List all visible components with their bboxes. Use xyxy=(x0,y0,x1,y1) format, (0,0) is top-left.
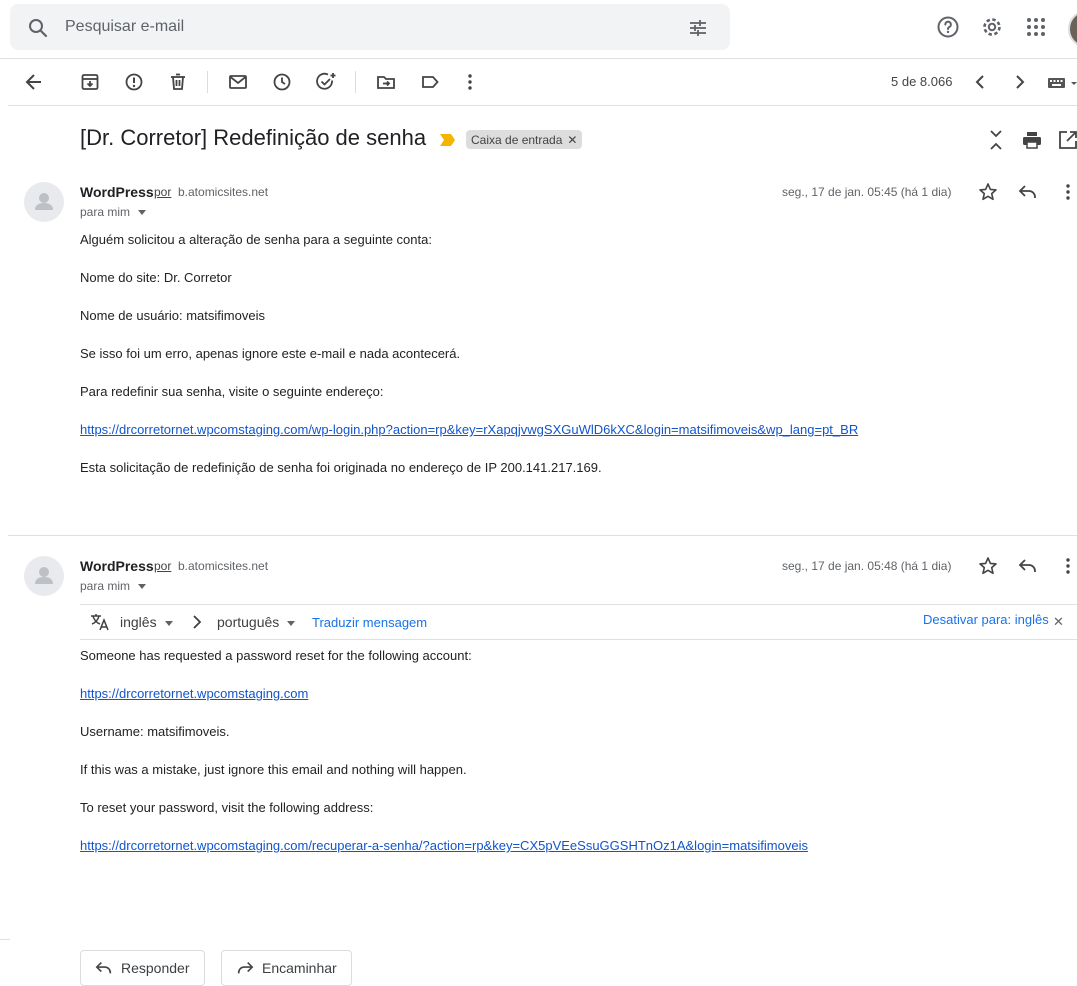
sender-name[interactable]: WordPress xyxy=(80,184,154,200)
archive-icon[interactable] xyxy=(78,70,102,94)
search-bar xyxy=(10,4,730,50)
toolbar-separator xyxy=(355,71,356,93)
move-to-folder-icon[interactable] xyxy=(374,70,398,94)
toolbar-separator xyxy=(207,71,208,93)
star-icon[interactable] xyxy=(976,180,1000,204)
site-link[interactable]: https://drcorretornet.wpcomstaging.com xyxy=(80,686,308,701)
chevron-down-icon xyxy=(287,620,296,626)
next-chevron-icon[interactable] xyxy=(1008,70,1032,94)
sender-name[interactable]: WordPress xyxy=(80,558,154,574)
add-task-icon[interactable] xyxy=(314,70,338,94)
print-icon[interactable] xyxy=(1020,128,1044,152)
search-options-icon[interactable] xyxy=(686,16,710,45)
label-tag-icon[interactable] xyxy=(418,70,442,94)
divider xyxy=(0,58,1077,59)
email-subject: [Dr. Corretor] Redefinição de senha xyxy=(80,125,427,150)
chevron-down-icon xyxy=(164,620,173,626)
delete-trash-icon[interactable] xyxy=(166,70,190,94)
sender-avatar xyxy=(24,556,64,596)
importance-marker-icon[interactable] xyxy=(440,133,456,152)
sender-via-link[interactable]: por xyxy=(154,185,171,199)
reply-button[interactable]: Responder xyxy=(80,950,205,986)
inbox-label-text: Caixa de entrada xyxy=(471,132,563,147)
body-line: Se isso foi um erro, apenas ignore este … xyxy=(80,346,461,361)
reset-password-link[interactable]: https://drcorretornet.wpcomstaging.com/r… xyxy=(80,838,808,853)
sender-domain: b.atomicsites.net xyxy=(178,185,269,199)
mark-unread-mail-icon[interactable] xyxy=(226,70,250,94)
reply-icon xyxy=(95,962,112,974)
reset-password-link[interactable]: https://drcorretornet.wpcomstaging.com/w… xyxy=(80,422,858,437)
disable-translation-link[interactable]: Desativar para: inglês xyxy=(923,612,1049,627)
body-line: Para redefinir sua senha, visite o segui… xyxy=(80,384,384,399)
body-line: To reset your password, visit the follow… xyxy=(80,800,374,815)
divider xyxy=(8,105,1077,106)
previous-chevron-icon[interactable] xyxy=(968,70,992,94)
target-language: português xyxy=(217,614,280,630)
body-line: Nome de usuário: matsifimoveis xyxy=(80,308,265,323)
help-icon[interactable] xyxy=(936,15,960,39)
body-line: Username: matsifimoveis. xyxy=(80,724,230,739)
input-tools-keyboard-icon[interactable] xyxy=(1046,70,1077,94)
star-icon[interactable] xyxy=(976,554,1000,578)
source-language: inglês xyxy=(120,614,157,630)
collapse-all-icon[interactable] xyxy=(984,128,1008,152)
apps-grid-icon[interactable] xyxy=(1024,15,1048,39)
inbox-label-chip: Caixa de entrada ✕ xyxy=(466,130,583,149)
translate-icon xyxy=(90,612,110,637)
search-icon[interactable] xyxy=(26,16,50,45)
remove-label-icon[interactable]: ✕ xyxy=(567,133,577,147)
message-divider xyxy=(8,535,1077,536)
sender-via-link[interactable]: por xyxy=(154,559,171,573)
message-date: seg., 17 de jan. 05:45 (há 1 dia) xyxy=(782,185,952,199)
body-line: If this was a mistake, just ignore this … xyxy=(80,762,467,777)
back-arrow-icon[interactable] xyxy=(22,70,46,94)
recipients-label: para mim xyxy=(80,579,131,593)
account-avatar[interactable] xyxy=(1068,10,1077,48)
search-input[interactable] xyxy=(65,15,625,39)
sender-avatar xyxy=(24,182,64,222)
chevron-down-icon[interactable] xyxy=(138,210,147,216)
reply-icon[interactable] xyxy=(1016,180,1040,204)
chevron-right-icon xyxy=(190,613,204,636)
message-more-icon[interactable] xyxy=(1056,554,1077,578)
reply-icon[interactable] xyxy=(1016,554,1040,578)
settings-gear-icon[interactable] xyxy=(980,15,1004,39)
close-icon[interactable]: ✕ xyxy=(1053,614,1064,630)
translate-message-link[interactable]: Traduzir mensagem xyxy=(312,615,427,630)
body-line: Someone has requested a password reset f… xyxy=(80,648,472,663)
forward-label: Encaminhar xyxy=(262,960,337,976)
message-more-icon[interactable] xyxy=(1056,180,1077,204)
recipients-toggle[interactable]: para mim xyxy=(80,579,147,593)
forward-button[interactable]: Encaminhar xyxy=(221,950,352,986)
source-language-dropdown[interactable]: inglês xyxy=(120,614,173,630)
snooze-clock-icon[interactable] xyxy=(270,70,294,94)
translate-bar: inglês português Traduzir mensagem Desat… xyxy=(80,604,1077,640)
recipients-label: para mim xyxy=(80,205,131,219)
report-spam-icon[interactable] xyxy=(122,70,146,94)
forward-icon xyxy=(237,962,254,974)
recipients-toggle[interactable]: para mim xyxy=(80,205,147,219)
sender-domain: b.atomicsites.net xyxy=(178,559,269,573)
body-line: Esta solicitação de redefinição de senha… xyxy=(80,460,602,475)
chevron-down-icon[interactable] xyxy=(138,584,147,590)
target-language-dropdown[interactable]: português xyxy=(217,614,296,630)
message-counter: 5 de 8.066 xyxy=(891,74,953,89)
reply-label: Responder xyxy=(121,960,190,976)
message-date: seg., 17 de jan. 05:48 (há 1 dia) xyxy=(782,559,952,573)
body-line: Nome do site: Dr. Corretor xyxy=(80,270,232,285)
body-line: Alguém solicitou a alteração de senha pa… xyxy=(80,232,432,247)
divider xyxy=(0,939,10,940)
open-new-window-icon[interactable] xyxy=(1056,128,1077,152)
more-options-icon[interactable] xyxy=(458,70,482,94)
